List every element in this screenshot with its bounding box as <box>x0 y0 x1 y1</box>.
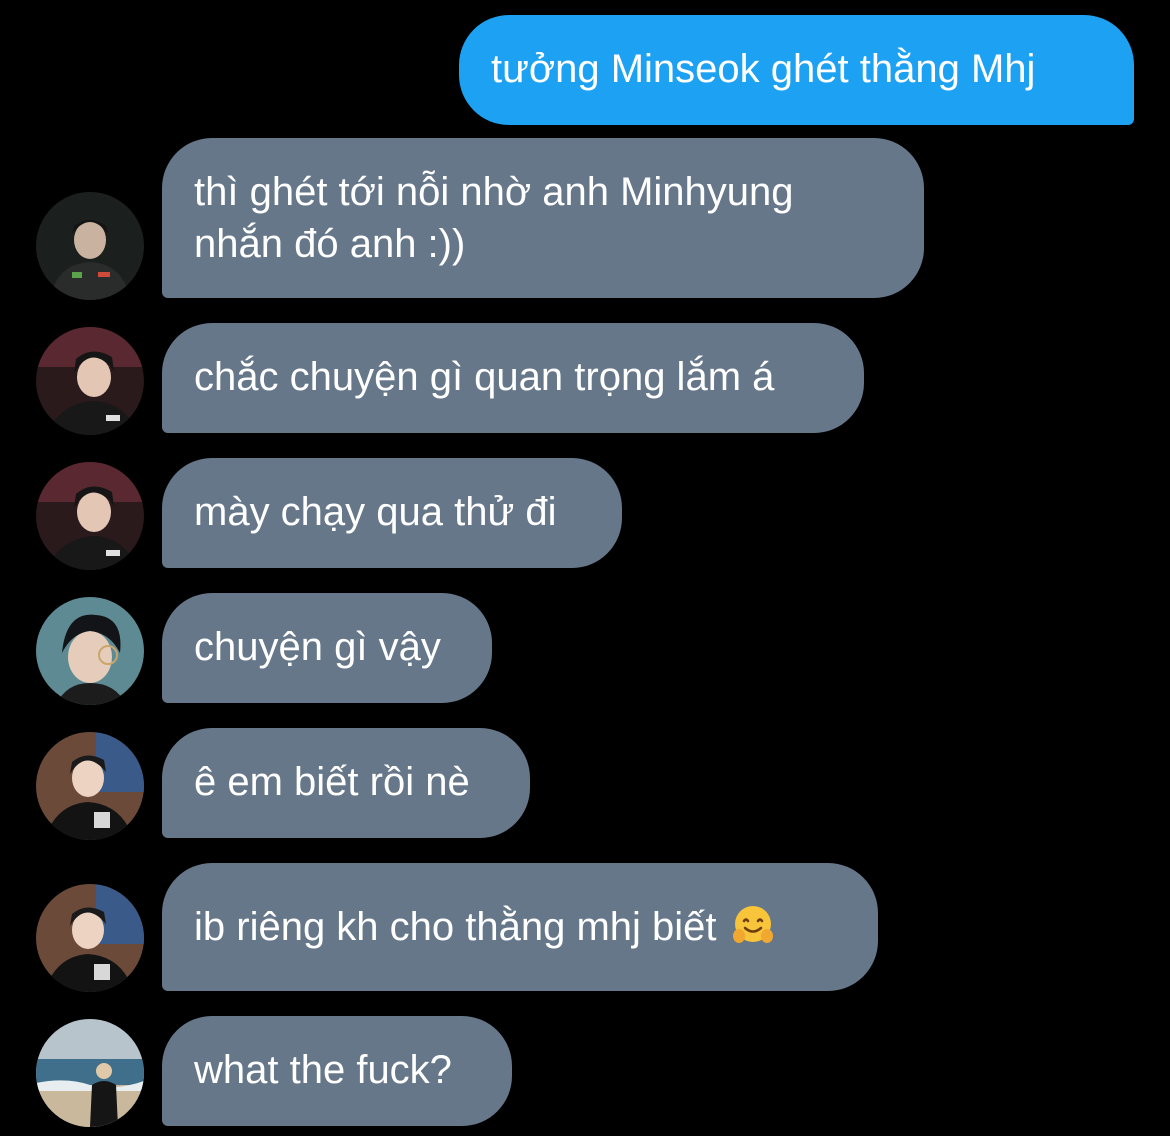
incoming-message-bubble[interactable]: ib riêng kh cho thằng mhj biết <box>162 863 878 991</box>
sender-avatar[interactable] <box>36 884 144 992</box>
sender-avatar[interactable] <box>36 732 144 840</box>
message-text: ê em biết rồi nè <box>194 760 470 804</box>
message-text-with-emoji: ib riêng kh cho thằng mhj biết <box>194 901 846 953</box>
incoming-message-bubble[interactable]: ê em biết rồi nè <box>162 728 530 838</box>
message-text: chuyện gì vậy <box>194 625 441 669</box>
incoming-message-bubble[interactable]: thì ghét tới nỗi nhờ anh Minhyung nhắn đ… <box>162 138 924 298</box>
message-text: mày chạy qua thử đi <box>194 490 557 534</box>
sender-avatar[interactable] <box>36 192 144 300</box>
message-text: chắc chuyện gì quan trọng lắm á <box>194 355 775 399</box>
sender-avatar[interactable] <box>36 1019 144 1127</box>
avatar-image <box>36 327 144 435</box>
avatar-image <box>36 192 144 300</box>
incoming-message-bubble[interactable]: what the fuck? <box>162 1016 512 1126</box>
outgoing-message-bubble[interactable]: tưởng Minseok ghét thằng Mhj <box>459 15 1134 125</box>
hugging-face-emoji-icon <box>732 904 774 946</box>
incoming-message-bubble[interactable]: mày chạy qua thử đi <box>162 458 622 568</box>
message-text-line-2: nhắn đó anh :)) <box>194 222 466 266</box>
avatar-image <box>36 462 144 570</box>
message-text: what the fuck? <box>194 1048 452 1092</box>
incoming-message-bubble[interactable]: chắc chuyện gì quan trọng lắm á <box>162 323 864 433</box>
message-text: ib riêng kh cho thằng mhj biết <box>194 905 717 949</box>
avatar-image <box>36 884 144 992</box>
message-text: tưởng Minseok ghét thằng Mhj <box>491 47 1036 91</box>
avatar-image <box>36 732 144 840</box>
incoming-message-bubble[interactable]: chuyện gì vậy <box>162 593 492 703</box>
message-text-line-1: thì ghét tới nỗi nhờ anh Minhyung <box>194 170 794 214</box>
sender-avatar[interactable] <box>36 327 144 435</box>
sender-avatar[interactable] <box>36 597 144 705</box>
sender-avatar[interactable] <box>36 462 144 570</box>
chat-thread: tưởng Minseok ghét thằng Mhj thì ghét tớ… <box>0 0 1170 1136</box>
avatar-image <box>36 1019 144 1127</box>
avatar-image <box>36 597 144 705</box>
